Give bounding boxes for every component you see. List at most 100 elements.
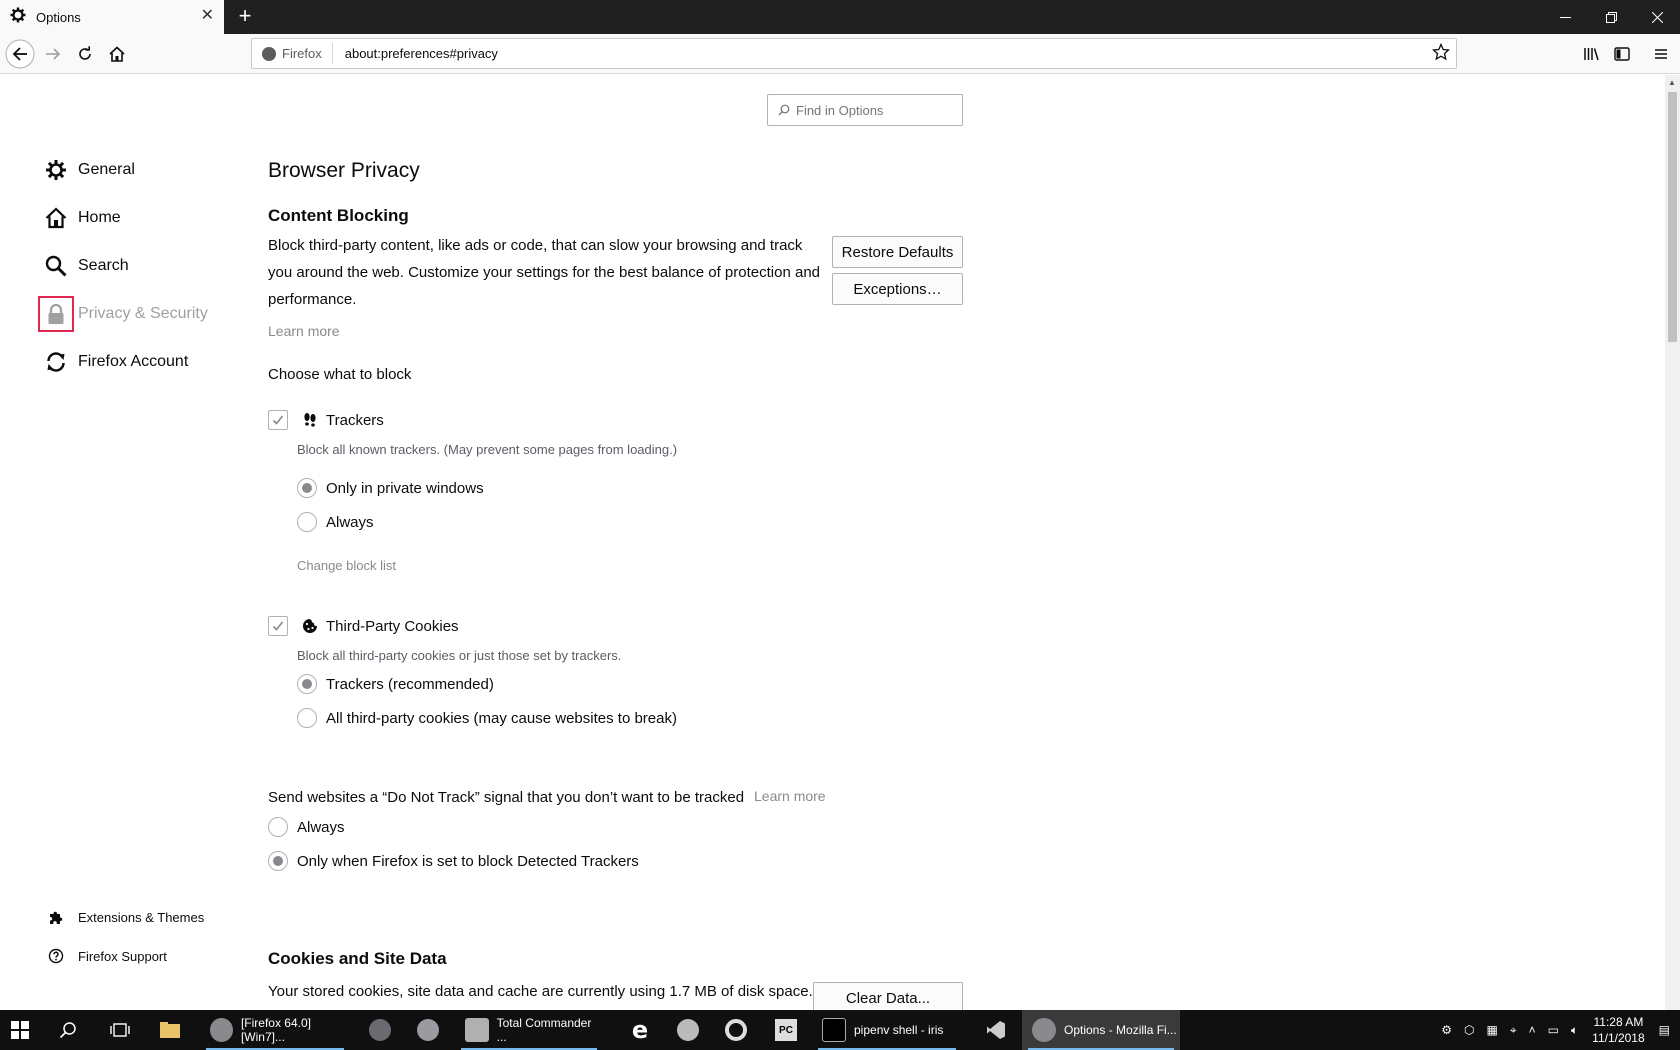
dnt-learn-more-link[interactable]: Learn more xyxy=(754,788,826,804)
chrome-icon[interactable] xyxy=(668,1010,708,1050)
notifications-icon[interactable]: ▤ xyxy=(1659,1023,1670,1037)
vscode-icon[interactable] xyxy=(976,1010,1016,1050)
radio-button[interactable] xyxy=(297,512,317,532)
radio-button[interactable] xyxy=(297,708,317,728)
globe-app-icon[interactable] xyxy=(408,1010,448,1050)
home-button[interactable] xyxy=(101,38,133,70)
radio-button[interactable] xyxy=(297,674,317,694)
radio-label: All third-party cookies (may cause websi… xyxy=(326,709,677,727)
minimize-button[interactable] xyxy=(1542,0,1588,34)
clock[interactable]: 11:28 AM 11/1/2018 xyxy=(1592,1014,1645,1046)
tab-options[interactable]: Options ✕ xyxy=(0,0,224,34)
taskbar-item-options-mozilla-firefox[interactable]: Options - Mozilla Fi... xyxy=(1022,1010,1180,1050)
taskbar-item-firefox-win7[interactable]: [Firefox 64.0][Win7]... xyxy=(200,1010,350,1050)
change-block-list-link[interactable]: Change block list xyxy=(297,558,396,573)
find-in-options-box[interactable] xyxy=(767,94,963,126)
radio-button[interactable] xyxy=(268,851,288,871)
sidebar-item-search[interactable]: Search xyxy=(44,254,129,278)
page-title: Browser Privacy xyxy=(268,159,420,182)
network-icon[interactable]: ▭ xyxy=(1548,1023,1559,1037)
dnt-label: Send websites a “Do Not Track” signal th… xyxy=(268,789,745,806)
trackers-checkbox[interactable] xyxy=(268,410,288,430)
new-tab-button[interactable]: + xyxy=(232,3,258,29)
restore-defaults-button[interactable]: Restore Defaults xyxy=(832,236,963,268)
back-button[interactable] xyxy=(4,38,36,70)
cookies-description: Block all third-party cookies or just th… xyxy=(297,648,622,663)
bookmark-star-icon[interactable] xyxy=(1431,42,1451,65)
find-in-options-input[interactable] xyxy=(796,102,956,118)
extensions-themes-label: Extensions & Themes xyxy=(78,909,205,925)
gear-icon xyxy=(44,158,68,182)
sidebar-toggle-icon[interactable] xyxy=(1606,38,1638,70)
sidebar-item-general[interactable]: General xyxy=(44,158,135,182)
trackers-option-always[interactable]: Always xyxy=(297,512,374,532)
sidebar-footer-firefox-support[interactable]: Firefox Support xyxy=(48,948,167,964)
help-icon xyxy=(48,948,64,964)
radio-label: Always xyxy=(326,513,374,531)
taskbar-item-label: [Firefox 64.0][Win7]... xyxy=(240,1016,311,1044)
tray-app-icon[interactable]: ⚙ xyxy=(1441,1023,1452,1037)
exceptions-button[interactable]: Exceptions… xyxy=(832,273,963,305)
tray-app-icon[interactable]: ▦ xyxy=(1486,1023,1497,1037)
close-window-button[interactable] xyxy=(1634,0,1680,34)
trackers-checkbox-row[interactable]: Trackers xyxy=(268,410,384,430)
dnt-option-always[interactable]: Always xyxy=(268,817,345,837)
vertical-scrollbar[interactable]: ▲ xyxy=(1665,75,1680,1010)
sidebar-footer-extensions-themes[interactable]: Extensions & Themes xyxy=(48,909,204,925)
start-button[interactable] xyxy=(0,1010,40,1050)
taskbar-item-label: pipenv shell - iris xyxy=(854,1023,944,1037)
volume-icon[interactable]: 🔈︎ xyxy=(1571,1023,1578,1038)
opera-icon[interactable] xyxy=(716,1010,756,1050)
forward-button[interactable] xyxy=(37,38,69,70)
scroll-up-arrow-icon[interactable]: ▲ xyxy=(1668,78,1676,87)
dnt-option-only-when-blocking[interactable]: Only when Firefox is set to block Detect… xyxy=(268,851,639,871)
tray-app-icon[interactable]: ⬡ xyxy=(1464,1023,1474,1037)
radio-label: Trackers (recommended) xyxy=(326,675,494,693)
cookies-option-trackers[interactable]: Trackers (recommended) xyxy=(297,674,494,694)
sidebar-item-firefox-account[interactable]: Firefox Account xyxy=(44,350,188,374)
url-bar[interactable]: Firefox about:preferences#privacy xyxy=(251,38,1457,69)
sidebar-item-label: Privacy & Security xyxy=(78,305,208,322)
firefox-nightly-icon[interactable] xyxy=(360,1010,400,1050)
gear-icon xyxy=(10,7,26,27)
chevron-up-icon[interactable]: ˄ xyxy=(1529,1023,1536,1037)
taskbar-item-label: Options - Mozilla Fi... xyxy=(1064,1023,1177,1037)
scrollbar-thumb[interactable] xyxy=(1668,92,1677,342)
taskbar-item-pipenv-shell[interactable]: pipenv shell - iris xyxy=(812,1010,962,1050)
edge-icon[interactable]: e xyxy=(620,1010,660,1050)
search-taskbar-icon[interactable] xyxy=(48,1010,88,1050)
library-icon[interactable] xyxy=(1575,38,1607,70)
search-icon xyxy=(44,254,68,278)
close-tab-icon[interactable]: ✕ xyxy=(201,8,214,24)
firefox-icon xyxy=(262,46,276,61)
trackers-option-private-windows[interactable]: Only in private windows xyxy=(297,478,484,498)
radio-button[interactable] xyxy=(297,478,317,498)
radio-button[interactable] xyxy=(268,817,288,837)
tray-app-icon[interactable]: ⌖ xyxy=(1510,1023,1517,1038)
clear-data-button[interactable]: Clear Data... xyxy=(813,982,963,1010)
cookies-site-data-heading: Cookies and Site Data xyxy=(268,949,447,968)
sidebar-item-privacy-security[interactable]: Privacy & Security xyxy=(38,296,208,332)
content-blocking-description: Block third-party content, like ads or c… xyxy=(268,232,828,313)
taskbar-item-total-commander[interactable]: Total Commander ... xyxy=(455,1010,603,1050)
puzzle-icon xyxy=(48,909,64,925)
pycharm-icon[interactable]: PC xyxy=(766,1010,806,1050)
description-line: performance. xyxy=(268,291,357,308)
lock-icon xyxy=(38,296,74,332)
reload-button[interactable] xyxy=(69,38,101,70)
checkmark-icon xyxy=(272,621,284,631)
sidebar-item-home[interactable]: Home xyxy=(44,206,121,230)
cookies-option-all[interactable]: All third-party cookies (may cause websi… xyxy=(297,708,677,728)
menu-icon[interactable] xyxy=(1645,38,1677,70)
task-view-icon[interactable] xyxy=(100,1010,140,1050)
identity-box[interactable]: Firefox xyxy=(252,43,333,64)
sidebar-item-label: General xyxy=(78,161,135,178)
content-blocking-learn-more-link[interactable]: Learn more xyxy=(268,323,340,339)
file-explorer-icon[interactable] xyxy=(150,1010,190,1050)
restore-button[interactable] xyxy=(1588,0,1634,34)
cookies-checkbox[interactable] xyxy=(268,616,288,636)
identity-label: Firefox xyxy=(282,46,322,61)
system-tray: ⚙ ⬡ ▦ ⌖ ˄ ▭ 🔈︎ 11:28 AM 11/1/2018 ▤ xyxy=(1435,1010,1680,1050)
cookies-checkbox-row[interactable]: Third-Party Cookies xyxy=(268,616,459,636)
url-text[interactable]: about:preferences#privacy xyxy=(333,46,498,61)
